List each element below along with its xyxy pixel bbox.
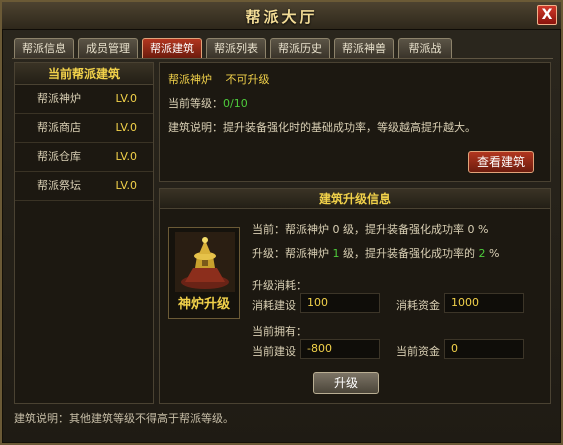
tab-member-management[interactable]: 成员管理 (78, 38, 138, 58)
furnace-icon (175, 232, 235, 292)
upgrade-info-panel: 建筑升级信息 神炉升级 当前：帮派神炉 0 级，提升装备强化成功率 0 % 升级… (159, 188, 551, 404)
upgrade-info-header: 建筑升级信息 (160, 189, 550, 209)
next-effect-suffix: % (485, 247, 500, 260)
cost-build-label: 消耗建设 (252, 299, 296, 312)
tab-guild-war[interactable]: 帮派战 (398, 38, 452, 58)
cost-title: 升级消耗： (252, 279, 307, 292)
next-effect-mid: 级，提升装备强化成功率的 (339, 247, 479, 260)
building-level: LV.0 (115, 121, 137, 134)
tab-guild-buildings[interactable]: 帮派建筑 (142, 38, 202, 58)
building-level: LV.0 (115, 150, 137, 163)
building-list-header: 当前帮派建筑 (15, 63, 153, 85)
building-item-altar[interactable]: 帮派祭坛 LV.0 (15, 172, 153, 201)
building-name: 帮派仓库 (37, 150, 81, 163)
own-fund-field: 0 (444, 339, 524, 359)
current-effect-suffix: % (474, 223, 489, 236)
guild-hall-window: 帮派大厅 X 帮派信息 成员管理 帮派建筑 帮派列表 帮派历史 帮派神兽 帮派战… (0, 0, 563, 445)
current-bonus: 0 (467, 223, 475, 236)
description-label: 建筑说明： (168, 121, 223, 134)
footer-note: 建筑说明：其他建筑等级不得高于帮派等级。 (14, 412, 234, 425)
close-button[interactable]: X (537, 5, 557, 25)
building-detail-panel: 帮派神炉 不可升级 当前等级：0/10 建筑说明：提升装备强化时的基础成功率，等… (159, 62, 551, 182)
building-list-panel: 当前帮派建筑 帮派神炉 LV.0 帮派商店 LV.0 帮派仓库 LV.0 帮派祭… (14, 62, 154, 404)
tab-guild-beast[interactable]: 帮派神兽 (334, 38, 394, 58)
building-item-shop[interactable]: 帮派商店 LV.0 (15, 114, 153, 143)
tab-divider (12, 58, 553, 59)
current-effect-line: 当前：帮派神炉 0 级，提升装备强化成功率 0 % (252, 221, 488, 237)
next-level: 1 (332, 247, 340, 260)
window-title: 帮派大厅 (245, 8, 318, 26)
own-title: 当前拥有： (252, 325, 307, 338)
tab-guild-history[interactable]: 帮派历史 (270, 38, 330, 58)
tab-guild-list[interactable]: 帮派列表 (206, 38, 266, 58)
level-value: 0/10 (223, 97, 248, 110)
building-level: LV.0 (115, 179, 137, 192)
tab-guild-info[interactable]: 帮派信息 (14, 38, 74, 58)
upgrade-status: 不可升级 (225, 73, 270, 86)
current-level: 0 (332, 223, 340, 236)
building-level: LV.0 (115, 92, 137, 105)
upgrade-button[interactable]: 升级 (313, 372, 379, 394)
furnace-upgrade-card: 神炉升级 (168, 227, 240, 319)
building-name: 帮派商店 (37, 121, 81, 134)
building-item-warehouse[interactable]: 帮派仓库 LV.0 (15, 143, 153, 172)
building-name: 帮派神炉 (37, 92, 81, 105)
furnace-upgrade-caption: 神炉升级 (177, 297, 230, 312)
cost-fund-field: 1000 (444, 293, 524, 313)
level-line: 当前等级：0/10 (168, 95, 248, 111)
own-build-field: -800 (300, 339, 380, 359)
next-bonus: 2 (478, 247, 486, 260)
own-fund-label: 当前资金 (396, 345, 440, 358)
title-bar: 帮派大厅 X (2, 2, 561, 30)
next-effect-prefix: 升级：帮派神炉 (252, 247, 333, 260)
own-build-label: 当前建设 (252, 345, 296, 358)
cost-build-field: 100 (300, 293, 380, 313)
building-detail-name: 帮派神炉 (168, 73, 212, 86)
current-effect-prefix: 当前：帮派神炉 (252, 223, 333, 236)
next-effect-line: 升级：帮派神炉 1 级，提升装备强化成功率的 2 % (252, 245, 499, 261)
building-title-line: 帮派神炉 不可升级 (168, 71, 270, 87)
cost-fund-label: 消耗资金 (396, 299, 440, 312)
current-effect-mid: 级，提升装备强化成功率 (339, 223, 468, 236)
description-text: 提升装备强化时的基础成功率，等级越高提升越大。 (223, 121, 476, 134)
description-line: 建筑说明：提升装备强化时的基础成功率，等级越高提升越大。 (168, 119, 476, 135)
building-name: 帮派祭坛 (37, 179, 81, 192)
building-item-furnace[interactable]: 帮派神炉 LV.0 (15, 85, 153, 114)
view-building-button[interactable]: 查看建筑 (468, 151, 534, 173)
level-label: 当前等级： (168, 97, 223, 110)
